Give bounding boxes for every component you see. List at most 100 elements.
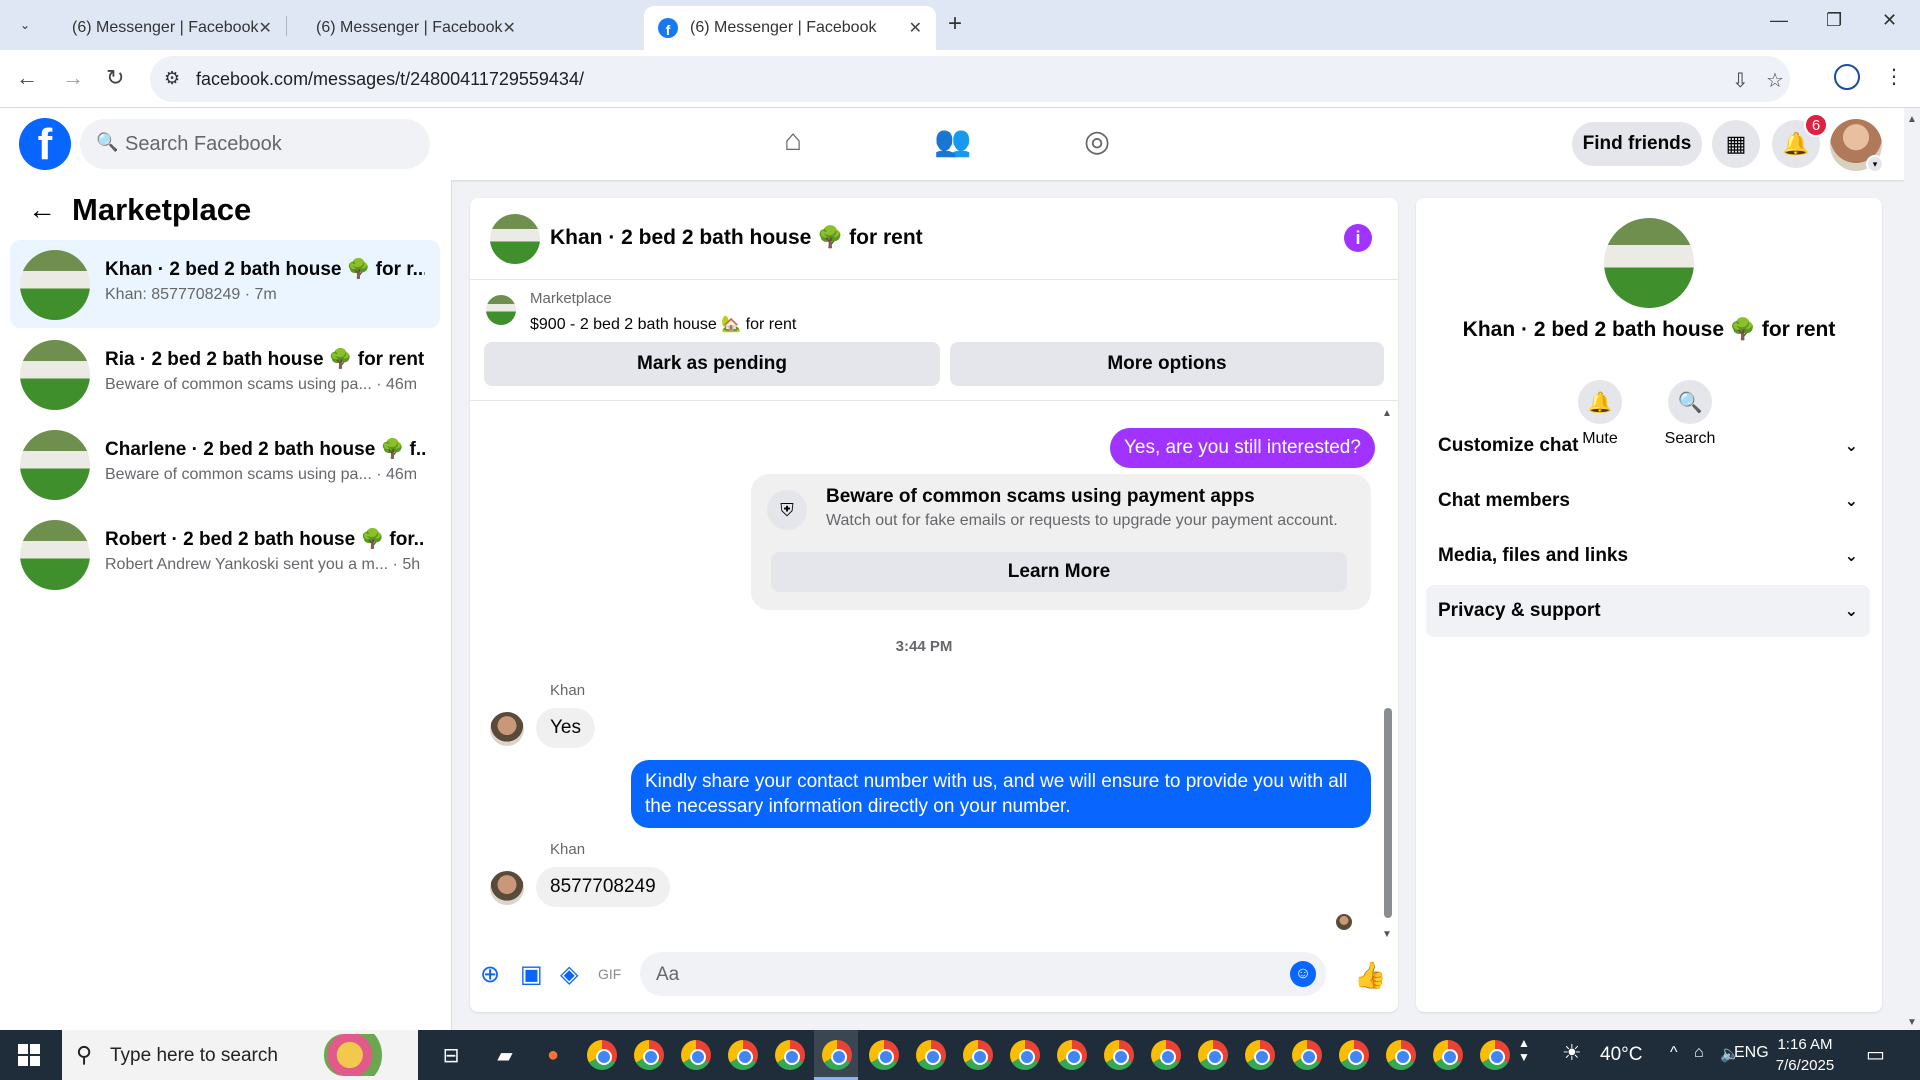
chrome-icon[interactable] bbox=[916, 1040, 946, 1070]
learn-more-button[interactable]: Learn More bbox=[771, 552, 1347, 592]
minimize-icon[interactable]: — bbox=[1770, 10, 1788, 31]
close-window-icon[interactable]: ✕ bbox=[1882, 10, 1897, 31]
conversation-item[interactable]: Ria · 2 bed 2 bath house 🌳 for rent Bewa… bbox=[10, 330, 440, 418]
chrome-icon[interactable] bbox=[869, 1040, 899, 1070]
chrome-icon[interactable] bbox=[681, 1040, 711, 1070]
url-omnibox[interactable]: ⚙ facebook.com/messages/t/24800411729559… bbox=[150, 56, 1790, 102]
add-more-icon[interactable]: ⊕ bbox=[480, 960, 500, 989]
conversation-item[interactable]: Robert · 2 bed 2 bath house 🌳 for... Rob… bbox=[10, 510, 440, 598]
new-tab-icon[interactable]: + bbox=[948, 10, 962, 38]
scrollbar-thumb[interactable] bbox=[1384, 708, 1392, 918]
listing-title[interactable]: $900 - 2 bed 2 bath house 🏡 for rent bbox=[530, 314, 796, 334]
taskbar-overflow-arrows-icon[interactable]: ▲ ▼ bbox=[1518, 1036, 1530, 1064]
emoji-icon[interactable]: ☺ bbox=[1290, 961, 1316, 987]
bookmark-star-icon[interactable]: ☆ bbox=[1766, 68, 1784, 93]
weather-icon[interactable]: ☀ bbox=[1562, 1040, 1582, 1066]
scroll-up-arrow-icon[interactable]: ▲ bbox=[1907, 114, 1917, 125]
chat-info-avatar[interactable] bbox=[1604, 218, 1694, 308]
network-icon[interactable]: ⌂ bbox=[1694, 1044, 1704, 1062]
chrome-icon[interactable] bbox=[1010, 1040, 1040, 1070]
chrome-icon[interactable] bbox=[1057, 1040, 1087, 1070]
chrome-icon[interactable] bbox=[1245, 1040, 1275, 1070]
chrome-icon[interactable] bbox=[634, 1040, 664, 1070]
sender-avatar[interactable] bbox=[490, 712, 524, 746]
chrome-icon[interactable] bbox=[1433, 1040, 1463, 1070]
chat-avatar[interactable] bbox=[490, 214, 540, 264]
gif-icon[interactable]: GIF bbox=[598, 966, 621, 982]
windows-start-icon[interactable] bbox=[18, 1044, 40, 1066]
info-icon[interactable]: i bbox=[1344, 224, 1372, 252]
tab-close-icon[interactable]: ✕ bbox=[258, 18, 271, 38]
menu-grid-icon[interactable]: ▦ bbox=[1712, 120, 1760, 168]
privacy-support-row[interactable]: Privacy & support ⌄ bbox=[1426, 585, 1870, 637]
system-clock[interactable]: 1:16 AM 7/6/2025 bbox=[1760, 1034, 1850, 1076]
more-options-button[interactable]: More options bbox=[950, 342, 1384, 386]
browser-tab-1[interactable]: f (6) Messenger | Facebook ✕ bbox=[46, 6, 282, 50]
task-view-icon[interactable]: ⊟ bbox=[436, 1040, 466, 1070]
mark-as-pending-button[interactable]: Mark as pending bbox=[484, 342, 940, 386]
sender-avatar[interactable] bbox=[490, 871, 524, 905]
chrome-icon[interactable] bbox=[1198, 1040, 1228, 1070]
url-text[interactable]: facebook.com/messages/t/2480041172955943… bbox=[196, 69, 584, 90]
notification-center-icon[interactable]: ▭ bbox=[1866, 1042, 1885, 1067]
home-icon[interactable]: ⌂ bbox=[784, 124, 802, 158]
input-language[interactable]: ENG bbox=[1734, 1044, 1769, 1062]
restore-icon[interactable]: ❐ bbox=[1826, 10, 1842, 31]
install-app-icon[interactable]: ⇩ bbox=[1732, 68, 1749, 93]
firefox-icon[interactable]: ● bbox=[538, 1040, 568, 1070]
chrome-icon[interactable] bbox=[1151, 1040, 1181, 1070]
find-friends-button[interactable]: Find friends bbox=[1572, 122, 1702, 166]
chrome-icon[interactable] bbox=[1480, 1040, 1510, 1070]
bell-icon: 🔔 bbox=[1578, 380, 1622, 424]
chrome-icon[interactable] bbox=[822, 1040, 852, 1070]
facebook-search-input[interactable]: 🔍 Search Facebook bbox=[80, 119, 430, 169]
search-highlight-image[interactable] bbox=[324, 1034, 410, 1076]
chrome-icon[interactable] bbox=[1339, 1040, 1369, 1070]
chat-scrollbar[interactable]: ▲ ▼ bbox=[1380, 408, 1394, 940]
media-files-links-row[interactable]: Media, files and links ⌄ bbox=[1426, 530, 1870, 582]
chrome-icon[interactable] bbox=[1292, 1040, 1322, 1070]
conversation-item[interactable]: Charlene · 2 bed 2 bath house 🌳 f... Bew… bbox=[10, 420, 440, 508]
tab-close-icon[interactable]: ✕ bbox=[502, 18, 515, 38]
conversation-item[interactable]: Khan · 2 bed 2 bath house 🌳 for r... Kha… bbox=[10, 240, 440, 328]
temperature[interactable]: 40°C bbox=[1600, 1044, 1642, 1066]
show-hidden-icons-icon[interactable]: ^ bbox=[1670, 1044, 1678, 1062]
back-arrow-icon[interactable]: ← bbox=[28, 194, 56, 226]
attach-photo-icon[interactable]: ▣ bbox=[520, 960, 543, 989]
groups-icon[interactable]: ◎ bbox=[1084, 124, 1110, 159]
account-avatar[interactable]: ▾ bbox=[1830, 119, 1884, 173]
thumbs-up-icon[interactable]: 👍 bbox=[1354, 960, 1386, 991]
tab-close-icon[interactable]: ✕ bbox=[909, 18, 922, 38]
chrome-icon[interactable] bbox=[1104, 1040, 1134, 1070]
browser-tab-2[interactable]: f (6) Messenger | Facebook ✕ bbox=[290, 6, 526, 50]
scroll-up-arrow-icon[interactable]: ▲ bbox=[1382, 408, 1392, 419]
reload-icon[interactable]: ↻ bbox=[106, 65, 124, 91]
windows-taskbar: ⚲ Type here to search ⊟ ▰ ● ▲ ▼ ☀ 40°C ^ … bbox=[0, 1030, 1920, 1080]
chat-title[interactable]: Khan · 2 bed 2 bath house 🌳 for rent bbox=[550, 226, 923, 250]
site-info-icon[interactable]: ⚙ bbox=[164, 68, 180, 89]
chrome-icon[interactable] bbox=[587, 1040, 617, 1070]
back-icon[interactable]: ← bbox=[16, 65, 38, 91]
tab-title: (6) Messenger | Facebook bbox=[72, 19, 259, 36]
listing-thumbnail[interactable] bbox=[486, 295, 516, 325]
chrome-icon[interactable] bbox=[1386, 1040, 1416, 1070]
page-scrollbar[interactable]: ▲ ▼ bbox=[1904, 108, 1920, 1030]
chat-members-row[interactable]: Chat members ⌄ bbox=[1426, 475, 1870, 527]
sticker-icon[interactable]: ◈ bbox=[560, 960, 578, 989]
file-app-icon[interactable]: ▰ bbox=[490, 1040, 520, 1070]
friends-icon[interactable]: 👥 bbox=[934, 124, 971, 159]
tab-search-dropdown-icon[interactable]: ⌄ bbox=[10, 11, 40, 39]
chrome-icon[interactable] bbox=[728, 1040, 758, 1070]
chrome-icon[interactable] bbox=[775, 1040, 805, 1070]
scroll-down-arrow-icon[interactable]: ▼ bbox=[1382, 929, 1392, 940]
message-input[interactable]: Aa ☺ bbox=[640, 952, 1326, 996]
forward-icon[interactable]: → bbox=[62, 65, 84, 91]
scroll-down-arrow-icon[interactable]: ▼ bbox=[1907, 1017, 1917, 1028]
browser-menu-icon[interactable]: ⋮ bbox=[1884, 64, 1904, 89]
facebook-logo-icon[interactable]: f bbox=[19, 118, 71, 170]
chrome-icon[interactable] bbox=[963, 1040, 993, 1070]
customize-chat-row[interactable]: Customize chat ⌄ bbox=[1426, 420, 1870, 472]
browser-tab-3-active[interactable]: f (6) Messenger | Facebook ✕ bbox=[644, 6, 936, 50]
taskbar-search-input[interactable]: ⚲ Type here to search bbox=[62, 1030, 418, 1080]
browser-profile-icon[interactable] bbox=[1834, 64, 1860, 90]
